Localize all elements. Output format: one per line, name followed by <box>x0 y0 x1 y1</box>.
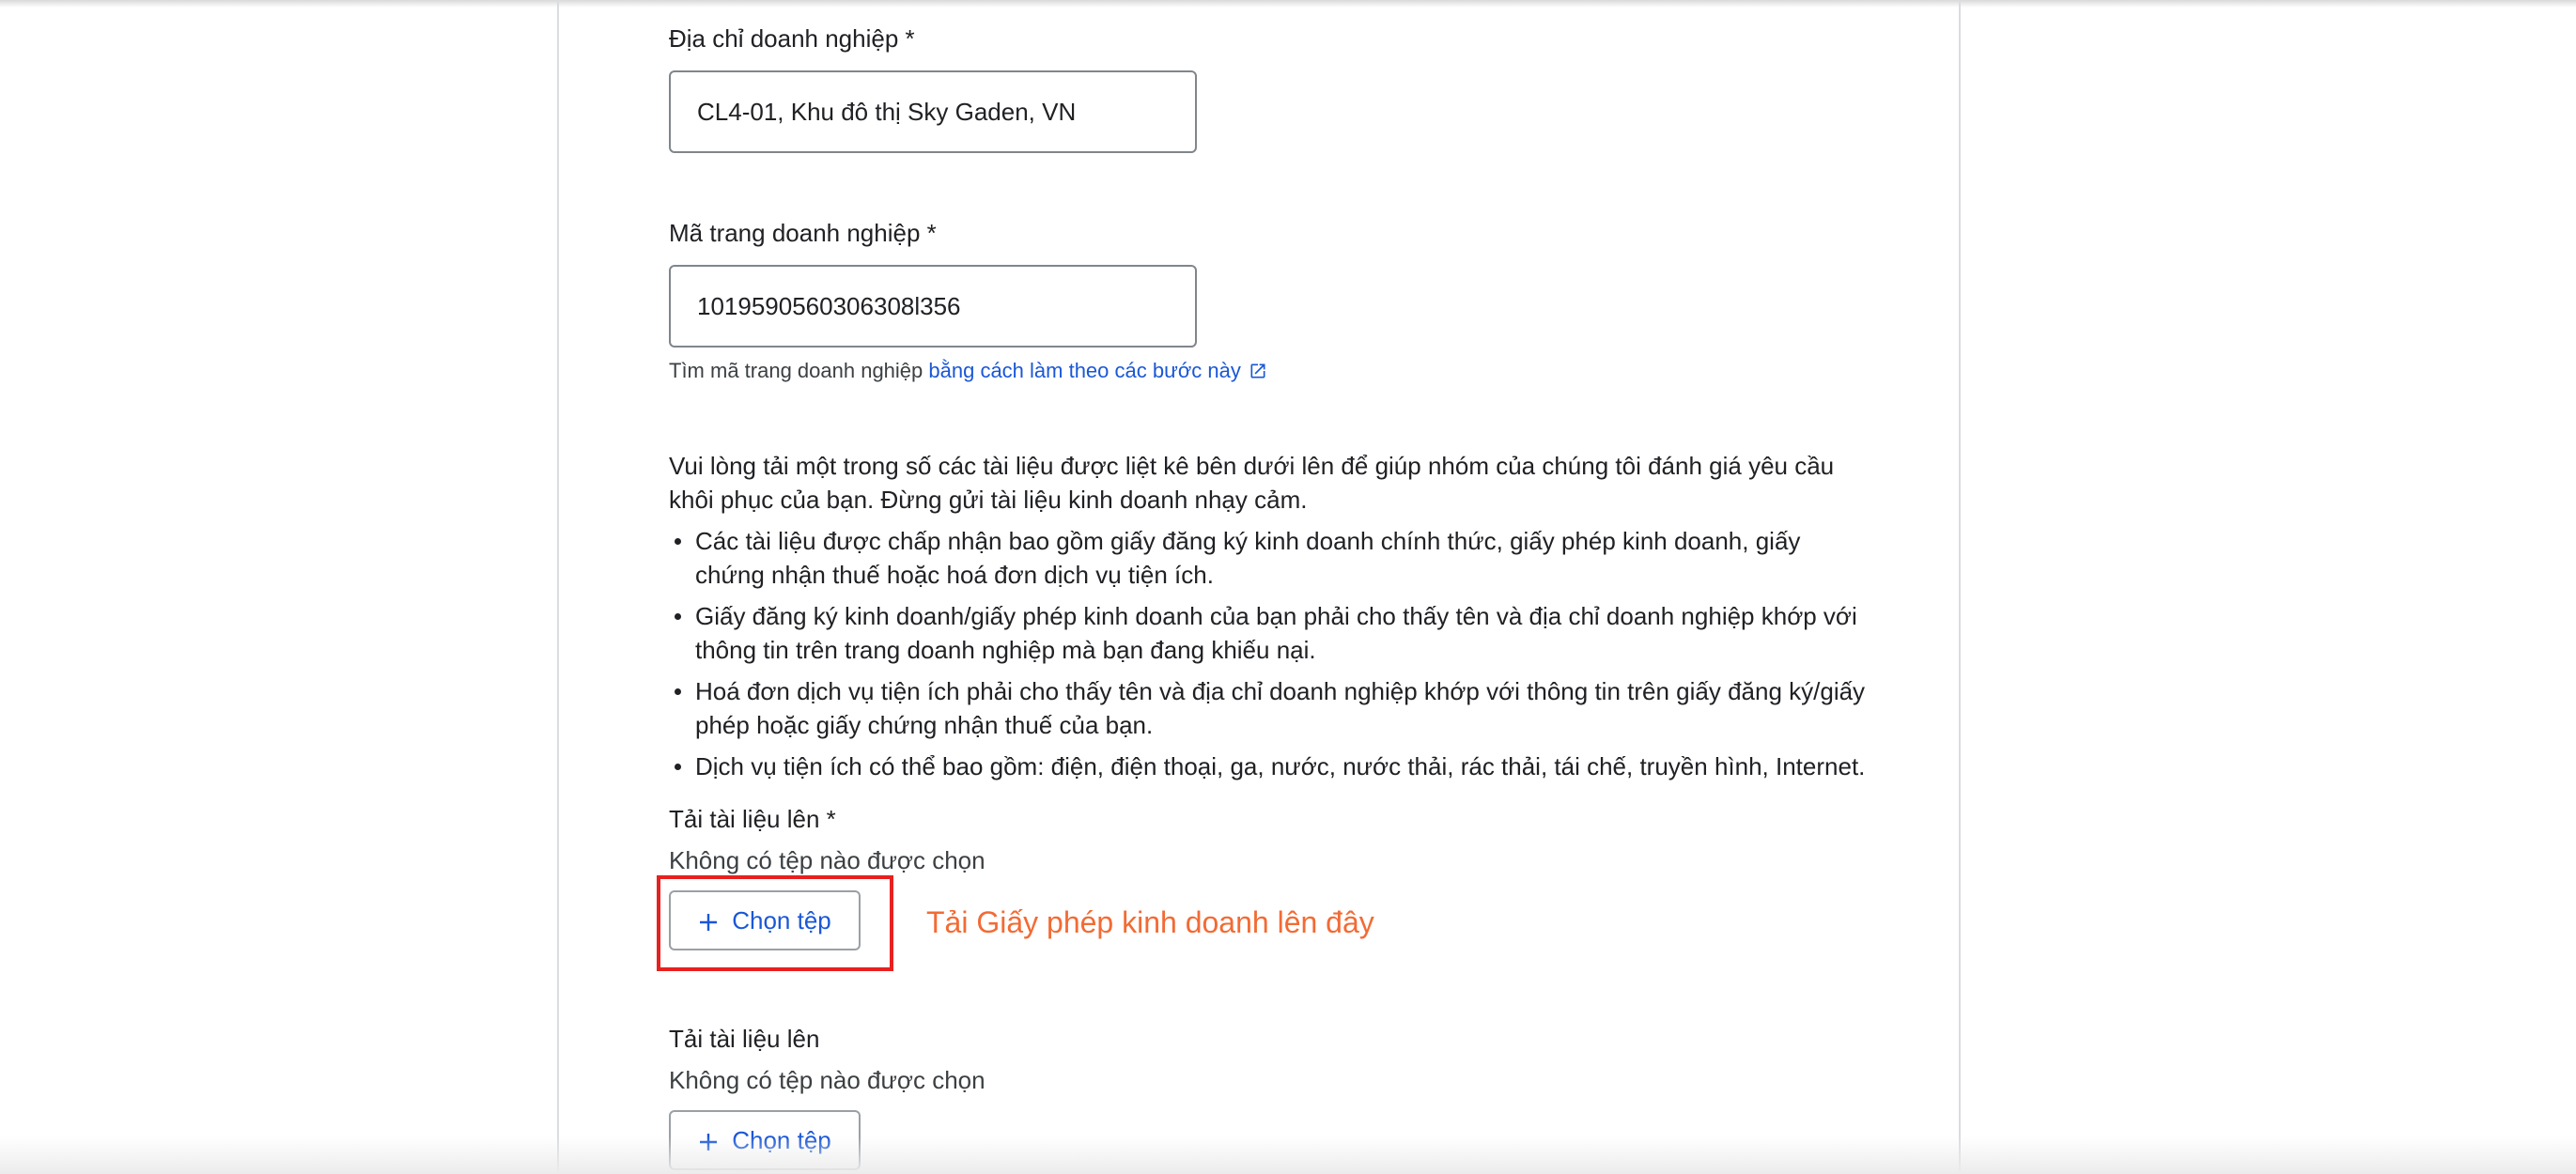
list-item: Các tài liệu được chấp nhận bao gồm giấy… <box>669 524 1871 592</box>
annotation-text: Tải Giấy phép kinh doanh lên đây <box>926 905 1374 939</box>
helper-link[interactable]: bằng cách làm theo các bước này <box>928 359 1240 382</box>
page-id-input[interactable] <box>697 267 1176 346</box>
instructions-intro: Vui lòng tải một trong số các tài liệu đ… <box>669 452 1835 514</box>
upload-1-status: Không có tệp nào được chọn <box>669 846 985 874</box>
address-field[interactable] <box>669 70 1197 153</box>
upload-2-label: Tải tài liệu lên <box>669 1025 820 1053</box>
instructions-list: Các tài liệu được chấp nhận bao gồm giấy… <box>669 524 1871 791</box>
helper-text: Tìm mã trang doanh nghiệp <box>669 359 929 382</box>
upload-2-status: Không có tệp nào được chọn <box>669 1066 985 1094</box>
external-link-icon[interactable] <box>1249 362 1267 386</box>
upload-1-label: Tải tài liệu lên * <box>669 805 836 833</box>
address-label: Địa chỉ doanh nghiệp * <box>669 24 915 53</box>
page-id-field[interactable] <box>669 265 1197 348</box>
highlight-box <box>657 875 893 971</box>
address-input[interactable] <box>697 72 1176 151</box>
list-item: Giấy đăng ký kinh doanh/giấy phép kinh d… <box>669 599 1871 667</box>
page-id-label: Mã trang doanh nghiệp * <box>669 219 937 247</box>
page-id-helper: Tìm mã trang doanh nghiệp bằng cách làm … <box>669 359 1267 386</box>
list-item: Hoá đơn dịch vụ tiện ích phải cho thấy t… <box>669 674 1871 742</box>
bottom-shadow <box>0 1136 2576 1174</box>
page: Địa chỉ doanh nghiệp * Mã trang doanh ng… <box>0 0 2576 1174</box>
list-item: Dịch vụ tiện ích có thể bao gồm: điện, đ… <box>669 749 1871 783</box>
